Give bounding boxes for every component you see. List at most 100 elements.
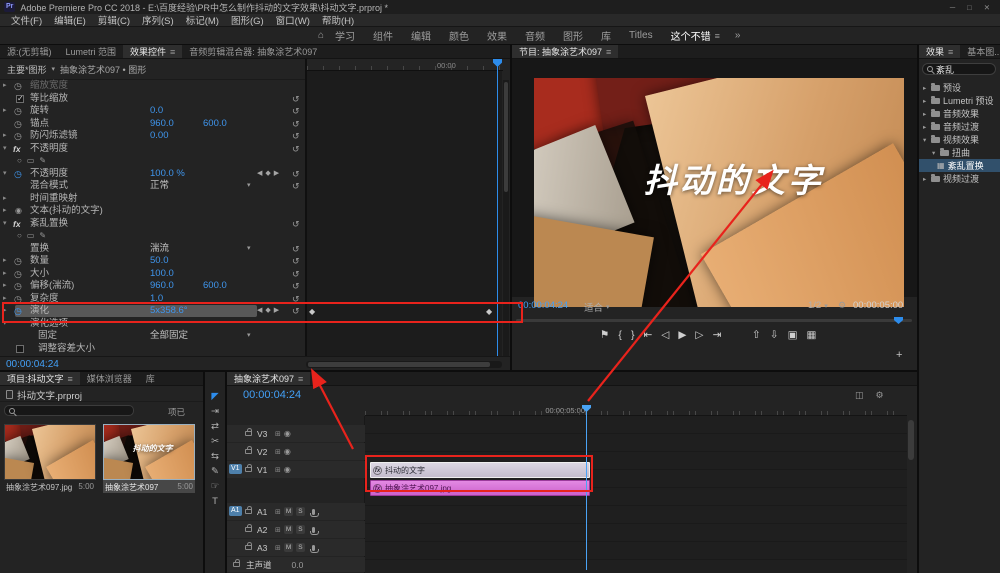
workspace-tab[interactable]: Titles ≡ xyxy=(620,28,662,43)
workspace-menu-icon[interactable]: ≡ xyxy=(715,31,720,41)
expander-icon[interactable]: ▸ xyxy=(3,280,7,293)
property-value[interactable]: 0.0 xyxy=(150,105,163,118)
panel-menu-icon[interactable]: ≡ xyxy=(298,374,303,384)
master-track-header[interactable]: 主声道 0.0 xyxy=(227,557,365,572)
keyframe-diamond[interactable]: ◆ xyxy=(309,306,315,319)
monitor-settings-icon[interactable]: ⚙ xyxy=(838,300,846,311)
expander-icon[interactable]: ▸ xyxy=(3,105,7,118)
expander-icon[interactable]: ▾ xyxy=(3,318,7,331)
property-value[interactable]: 50.0 xyxy=(150,255,169,268)
chevron-icon[interactable]: ▸ xyxy=(923,84,931,92)
zoom-level-dropdown[interactable]: 适合▾ xyxy=(584,300,610,314)
track-lock-icon[interactable] xyxy=(233,562,240,567)
expander-icon[interactable]: ▸ xyxy=(3,268,7,281)
program-monitor-viewer[interactable]: 抖动的文字 xyxy=(512,59,917,297)
track-lock-icon[interactable] xyxy=(245,449,252,454)
audio-track-header[interactable]: A2 A2 ⊞ M S xyxy=(227,521,365,538)
lift-button[interactable]: ⇧ xyxy=(752,329,761,341)
expander-icon[interactable]: ▸ xyxy=(3,80,7,93)
track-lock-icon[interactable] xyxy=(245,527,252,532)
project-item[interactable]: 抽象涂艺术097.jpg 5:00 xyxy=(4,424,96,493)
panel-menu-icon[interactable]: ≡ xyxy=(606,47,611,57)
reset-icon[interactable]: ↺ xyxy=(292,180,300,193)
track-name[interactable]: V2 xyxy=(257,447,272,457)
menu-item[interactable]: 编辑(E) xyxy=(48,13,92,27)
effect-property-row[interactable]: ▸ ◷ fx ◉ ○▭✎ 旋转 0.0 ▾ ◀◆▶ ↺ ◆ ◆ xyxy=(0,105,502,118)
current-timecode[interactable]: 00:00:04:24 xyxy=(518,300,568,311)
dropdown-caret-icon[interactable]: ▾ xyxy=(247,243,251,256)
next-keyframe-icon[interactable]: ▶ xyxy=(274,168,279,181)
stopwatch-icon[interactable]: ◷ xyxy=(14,105,22,118)
window-close-button[interactable]: ✕ xyxy=(984,3,990,12)
horizontal-scrollbar[interactable] xyxy=(306,361,502,368)
effect-property-row[interactable]: ▸ ◷ fx ◉ ○▭✎ 演化 5x358.6° ▾ ◀◆▶ ↺ ◆ ◆ xyxy=(0,305,502,318)
menu-item[interactable]: 剪辑(C) xyxy=(92,13,136,27)
chevron-icon[interactable]: ▸ xyxy=(923,123,931,131)
track-lock-icon[interactable] xyxy=(245,545,252,550)
workspace-tab[interactable]: 库 ≡ xyxy=(592,28,620,43)
keyframe-diamond[interactable]: ◆ xyxy=(486,306,492,319)
effects-tree-item[interactable]: ▸ ▦ Lumetri 预设 xyxy=(919,94,1000,107)
effect-property-row[interactable]: ▸ ◷ fx ◉ ○▭✎ 缩放宽度 ▾ ◀◆▶ ↺ ◆ ◆ xyxy=(0,80,502,93)
stopwatch-icon[interactable]: ◷ xyxy=(14,293,22,306)
go-to-out-button[interactable]: ⇥ xyxy=(713,329,722,341)
pen-tool[interactable]: ✎ xyxy=(211,467,219,477)
audio-track-header[interactable]: A1 A1 ⊞ M S xyxy=(227,503,365,520)
stopwatch-icon[interactable]: ◷ xyxy=(14,168,22,181)
workspace-tab[interactable]: 音频 ≡ xyxy=(516,28,554,43)
selection-tool[interactable]: ◤ xyxy=(211,392,218,402)
property-value-2[interactable]: 600.0 xyxy=(203,118,227,131)
dropdown-value[interactable]: 正常 xyxy=(150,180,169,193)
chevron-icon[interactable]: ▸ xyxy=(923,97,931,105)
razor-tool[interactable]: ✂ xyxy=(211,437,219,447)
stopwatch-icon[interactable]: ◷ xyxy=(14,80,22,93)
step-forward-button[interactable]: ▷ xyxy=(695,329,703,341)
caret-down-icon[interactable]: ▾ xyxy=(52,65,56,73)
reset-icon[interactable]: ↺ xyxy=(292,118,300,131)
stopwatch-icon[interactable]: ◷ xyxy=(14,130,22,143)
video-track-header[interactable]: V3 V3 ⊞ ◉ xyxy=(227,425,365,442)
menu-item[interactable]: 帮助(H) xyxy=(316,13,360,27)
pen-mask-icon[interactable]: ✎ xyxy=(39,231,51,240)
track-select-forward-tool[interactable]: ⇥ xyxy=(211,407,219,417)
dropdown-value[interactable]: 全部固定 xyxy=(150,330,188,343)
panel-tab[interactable]: 库 ≡ xyxy=(139,372,162,385)
step-back-button[interactable]: ◁ xyxy=(661,329,669,341)
chevron-icon[interactable]: ▸ xyxy=(923,110,931,118)
track-lock-icon[interactable] xyxy=(245,431,252,436)
reset-icon[interactable]: ↺ xyxy=(292,218,300,231)
window-minimize-button[interactable]: ─ xyxy=(950,3,955,12)
reset-icon[interactable]: ↺ xyxy=(292,280,300,293)
menu-item[interactable]: 文件(F) xyxy=(5,13,48,27)
timeline-ruler[interactable]: 00:00:05:00 xyxy=(365,405,907,416)
mute-button[interactable]: M xyxy=(284,525,293,534)
effect-property-row[interactable]: ◷ fx ◉ ○▭✎ 调整容差大小 ▾ ◀◆▶ ↺ ◆ ◆ xyxy=(0,343,502,356)
linked-selection-icon[interactable]: ◫ xyxy=(855,390,864,401)
mute-button[interactable]: M xyxy=(284,507,293,516)
effect-property-row[interactable]: ▸ ◷ fx ◉ ○▭✎ 时间重映射 ▾ ◀◆▶ ↺ ◆ ◆ xyxy=(0,193,502,206)
add-marker-button[interactable]: ⚑ xyxy=(600,329,609,341)
property-value[interactable]: 0.00 xyxy=(150,130,169,143)
menu-item[interactable]: 序列(S) xyxy=(136,13,180,27)
property-value[interactable]: 1.0 xyxy=(150,293,163,306)
window-maximize-button[interactable]: □ xyxy=(967,3,972,12)
vertical-scrollbar[interactable] xyxy=(503,80,509,356)
workspace-tab[interactable]: 这个不错 ≡ xyxy=(662,28,729,43)
stopwatch-icon[interactable]: ◷ xyxy=(14,118,22,131)
effect-property-row[interactable]: ▾ ◷ fx ◉ ○▭✎ 紊乱置换 ▾ ◀◆▶ ↺ ◆ ◆ xyxy=(0,218,502,231)
expander-icon[interactable]: ▸ xyxy=(3,255,7,268)
pen-mask-icon[interactable]: ✎ xyxy=(39,156,51,165)
project-item[interactable]: 抖动的文字 抽象涂艺术097 5:00 xyxy=(103,424,195,493)
master-clip-selector[interactable]: 主要*图形 xyxy=(7,63,47,76)
button-editor-add-icon[interactable]: + xyxy=(896,349,902,361)
expander-icon[interactable]: ▸ xyxy=(3,293,7,306)
project-file-row[interactable]: 抖动文字.prproj xyxy=(0,388,203,402)
checkbox[interactable] xyxy=(16,95,24,103)
playback-resolution-dropdown[interactable]: 1/2▾ xyxy=(808,300,828,311)
expander-icon[interactable]: ▸ xyxy=(3,205,7,218)
sync-lock-icon[interactable]: ⊞ xyxy=(275,448,281,456)
panel-tab[interactable]: 项目:抖动文字 ≡ xyxy=(0,372,80,385)
effects-tree-item[interactable]: ▾ ▦ 扭曲 xyxy=(919,146,1000,159)
reset-icon[interactable]: ↺ xyxy=(292,93,300,106)
source-track-indicator[interactable]: A1 xyxy=(229,506,242,516)
